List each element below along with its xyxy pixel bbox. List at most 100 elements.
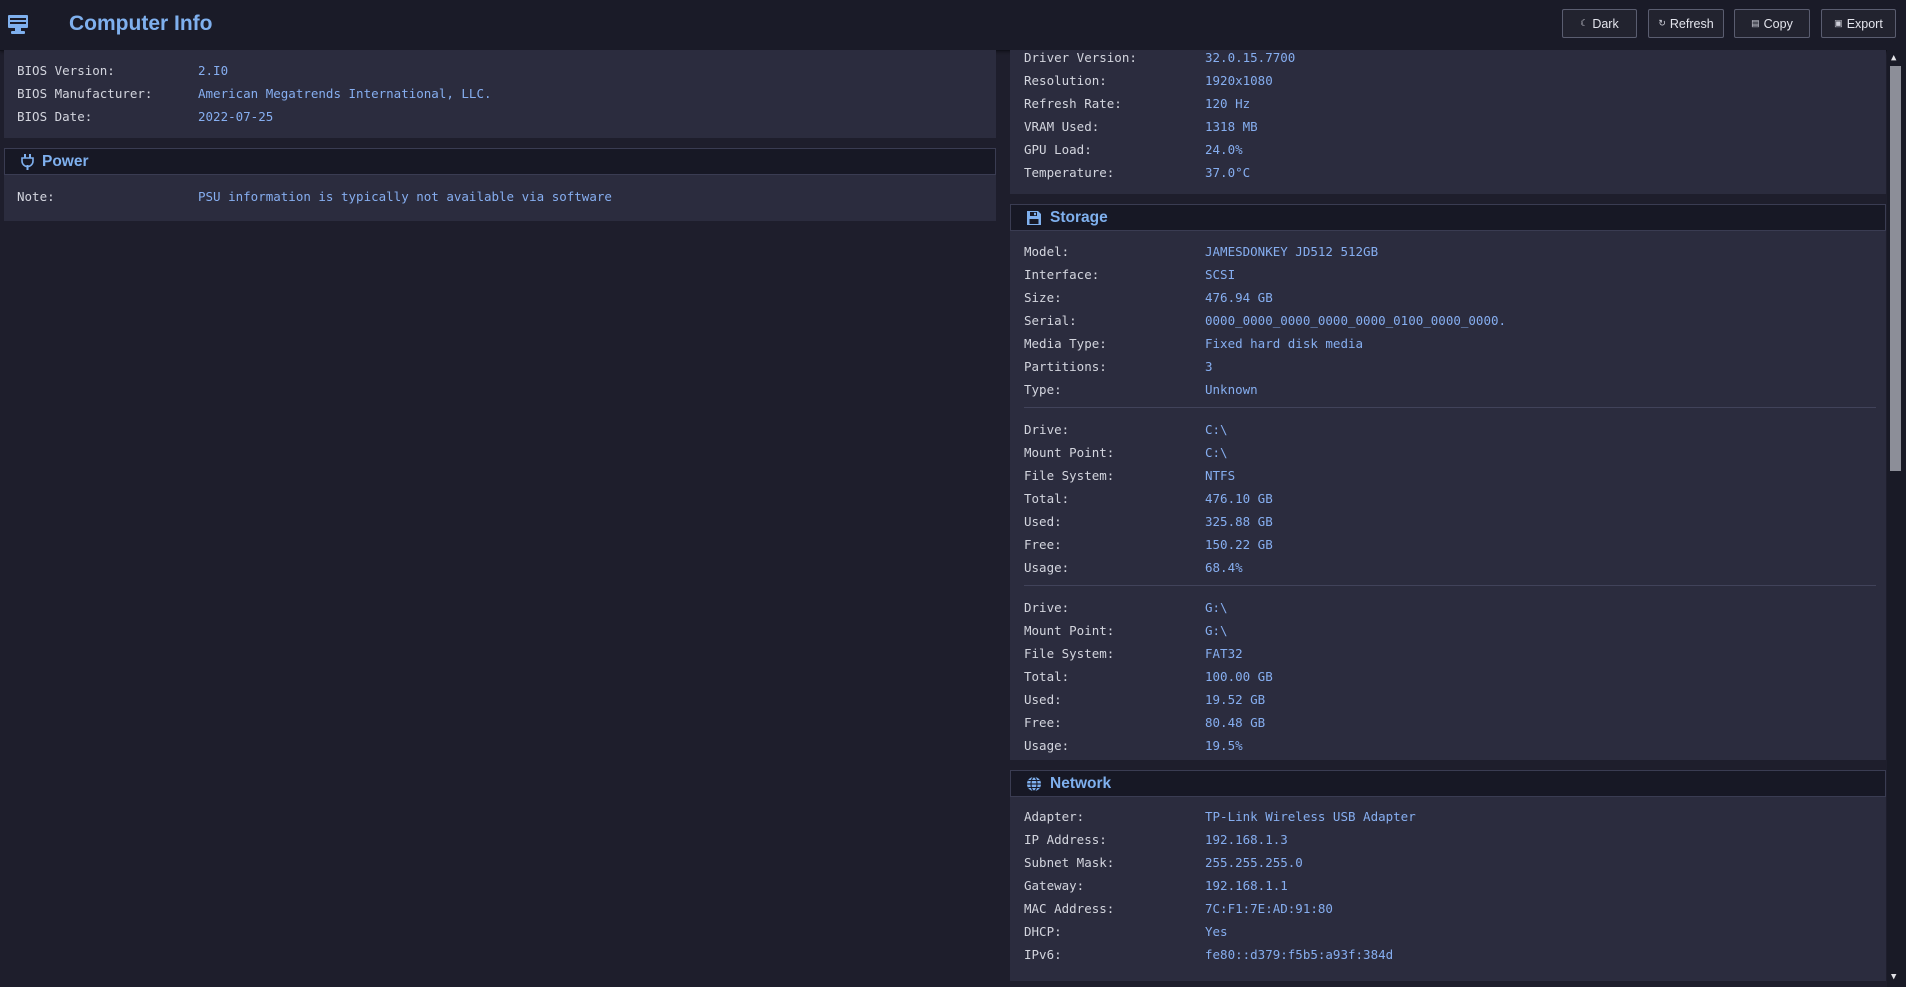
- dark-mode-button[interactable]: ☾ Dark: [1562, 9, 1637, 38]
- storage-row: Used: 19.52 GB: [1010, 688, 1886, 711]
- network-card: Network Adapter: TP-Link Wireless USB Ada…: [1010, 770, 1886, 981]
- field-label: Type:: [1024, 382, 1062, 397]
- export-button[interactable]: ▣ Export: [1821, 9, 1896, 38]
- storage-row: Size: 476.94 GB: [1010, 286, 1886, 309]
- storage-row: File System: NTFS: [1010, 464, 1886, 487]
- field-label: Mount Point:: [1024, 623, 1115, 638]
- scroll-up-arrow-icon[interactable]: ▲: [1891, 54, 1896, 63]
- field-value: 476.10 GB: [1205, 491, 1273, 506]
- field-label: Used:: [1024, 692, 1062, 707]
- storage-row: Total: 476.10 GB: [1010, 487, 1886, 510]
- field-value: 24.0%: [1205, 142, 1243, 157]
- gpu-row: Refresh Rate: 120 Hz: [1010, 92, 1886, 115]
- field-label: GPU Load:: [1024, 142, 1092, 157]
- storage-header: Storage: [1010, 204, 1886, 231]
- field-value: 19.5%: [1205, 738, 1243, 753]
- field-label: Resolution:: [1024, 73, 1107, 88]
- gpu-row: VRAM Used: 1318 MB: [1010, 115, 1886, 138]
- field-label: Serial:: [1024, 313, 1077, 328]
- storage-row: Total: 100.00 GB: [1010, 665, 1886, 688]
- storage-card: Storage Model: JAMESDONKEY JD512 512GB In…: [1010, 204, 1886, 760]
- field-value: PSU information is typically not availab…: [198, 189, 612, 204]
- field-label: Used:: [1024, 514, 1062, 529]
- gpu-row: Temperature: 37.0°C: [1010, 161, 1886, 184]
- export-label: Export: [1846, 16, 1883, 31]
- bios-row: BIOS Date: 2022-07-25: [4, 105, 996, 128]
- field-label: Driver Version:: [1024, 50, 1137, 65]
- field-label: Free:: [1024, 537, 1062, 552]
- field-value: Unknown: [1205, 382, 1258, 397]
- field-label: Partitions:: [1024, 359, 1107, 374]
- field-label: IPv6:: [1024, 947, 1062, 962]
- copy-button[interactable]: ▤ Copy: [1734, 9, 1810, 38]
- field-value: 3: [1205, 359, 1213, 374]
- field-label: Usage:: [1024, 738, 1070, 753]
- field-label: Mount Point:: [1024, 445, 1115, 460]
- field-value: fe80::d379:f5b5:a93f:384d: [1205, 947, 1394, 962]
- storage-row: Free: 80.48 GB: [1010, 711, 1886, 734]
- power-row: Note: PSU information is typically not a…: [4, 185, 996, 208]
- vertical-scrollbar[interactable]: ▲ ▼: [1887, 50, 1906, 987]
- field-value: 100.00 GB: [1205, 669, 1273, 684]
- network-row: Adapter: TP-Link Wireless USB Adapter: [1010, 805, 1886, 828]
- field-value: C:\: [1205, 422, 1228, 437]
- field-value: 2.I0: [198, 63, 229, 78]
- network-row: IP Address: 192.168.1.3: [1010, 828, 1886, 851]
- field-label: Temperature:: [1024, 165, 1115, 180]
- field-value: Fixed hard disk media: [1205, 336, 1364, 351]
- scroll-down-arrow-icon[interactable]: ▼: [1891, 973, 1896, 982]
- field-label: Interface:: [1024, 267, 1100, 282]
- field-value: G:\: [1205, 600, 1228, 615]
- field-label: Adapter:: [1024, 809, 1085, 824]
- field-label: Refresh Rate:: [1024, 96, 1122, 111]
- moon-icon: ☾: [1580, 18, 1589, 28]
- network-row: IPv6: fe80::d379:f5b5:a93f:384d: [1010, 943, 1886, 966]
- network-row: DHCP: Yes: [1010, 920, 1886, 943]
- power-title: Power: [42, 152, 89, 170]
- storage-row: Usage: 19.5%: [1010, 734, 1886, 757]
- field-value: 68.4%: [1205, 560, 1243, 575]
- section-divider: [1024, 407, 1876, 408]
- storage-title: Storage: [1050, 208, 1108, 226]
- field-value: 7C:F1:7E:AD:91:80: [1205, 901, 1333, 916]
- power-card: Power Note: PSU information is typically…: [4, 148, 996, 221]
- storage-row: Interface: SCSI: [1010, 263, 1886, 286]
- save-icon: ▣: [1834, 18, 1843, 28]
- field-label: MAC Address:: [1024, 901, 1115, 916]
- plug-icon: [21, 153, 34, 170]
- drive-c-group: Drive: C:\ Mount Point: C:\ File System: NT…: [1010, 418, 1886, 579]
- field-value: TP-Link Wireless USB Adapter: [1205, 809, 1416, 824]
- storage-row: Usage: 68.4%: [1010, 556, 1886, 579]
- field-value: 120 Hz: [1205, 96, 1251, 111]
- field-value: 2022-07-25: [198, 109, 274, 124]
- section-divider: [1024, 585, 1876, 586]
- field-label: File System:: [1024, 468, 1115, 483]
- network-header: Network: [1010, 770, 1886, 797]
- field-value: 192.168.1.3: [1205, 832, 1288, 847]
- copy-label: Copy: [1763, 16, 1793, 31]
- network-row: MAC Address: 7C:F1:7E:AD:91:80: [1010, 897, 1886, 920]
- refresh-button[interactable]: ↻ Refresh: [1648, 9, 1724, 38]
- field-label: Media Type:: [1024, 336, 1107, 351]
- network-title: Network: [1050, 774, 1112, 792]
- field-value: 32.0.15.7700: [1205, 50, 1296, 65]
- field-value: 150.22 GB: [1205, 537, 1273, 552]
- field-label: File System:: [1024, 646, 1115, 661]
- field-label: Gateway:: [1024, 878, 1085, 893]
- disk-group: Model: JAMESDONKEY JD512 512GB Interface:…: [1010, 240, 1886, 401]
- field-value: C:\: [1205, 445, 1228, 460]
- app-title: Computer Info: [69, 12, 213, 35]
- bios-row: BIOS Manufacturer: American Megatrends I…: [4, 82, 996, 105]
- globe-icon: [1026, 775, 1042, 792]
- field-label: Size:: [1024, 290, 1062, 305]
- storage-row: Drive: C:\: [1010, 418, 1886, 441]
- field-value: SCSI: [1205, 267, 1236, 282]
- field-value: G:\: [1205, 623, 1228, 638]
- field-label: BIOS Date:: [17, 109, 93, 124]
- field-label: Drive:: [1024, 422, 1070, 437]
- field-label: BIOS Manufacturer:: [17, 86, 153, 101]
- field-label: DHCP:: [1024, 924, 1062, 939]
- field-value: 255.255.255.0: [1205, 855, 1303, 870]
- scrollbar-thumb[interactable]: [1890, 66, 1901, 471]
- top-bar: Computer Info ☾ Dark ↻ Refresh ▤ Copy ▣ …: [0, 0, 1906, 51]
